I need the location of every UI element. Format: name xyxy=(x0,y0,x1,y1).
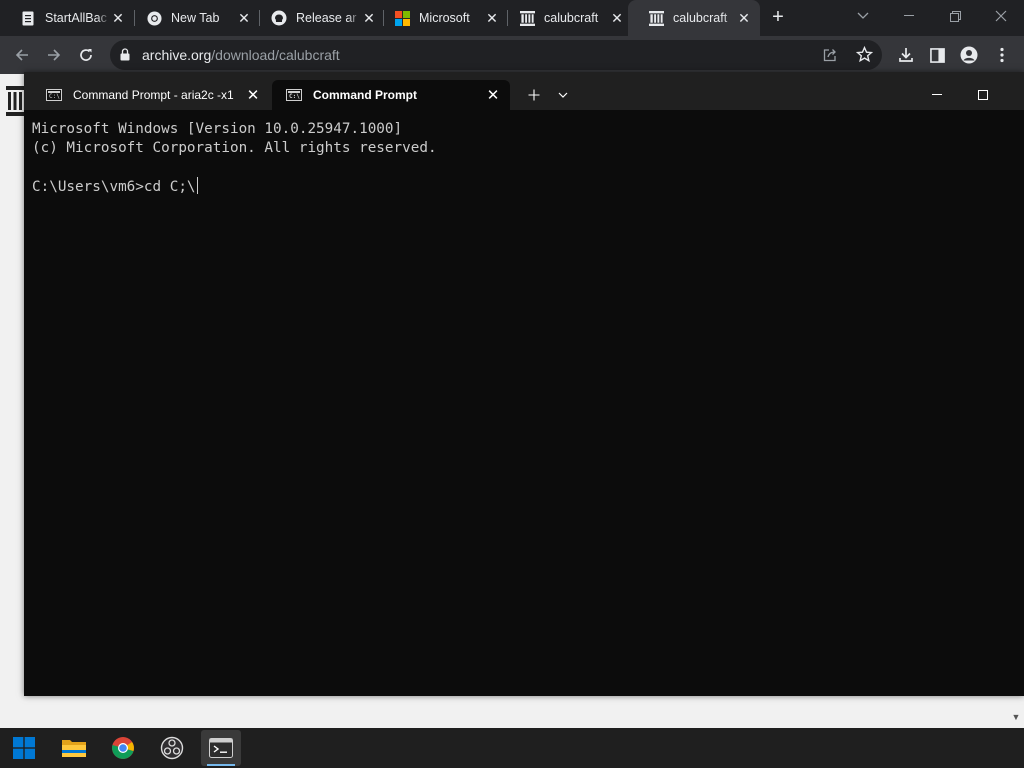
terminal-tab-label: Command Prompt xyxy=(313,88,418,102)
new-tab-button[interactable]: + xyxy=(766,4,790,30)
terminal-line: ​ xyxy=(32,158,1012,177)
obs-studio-taskbar-icon[interactable] xyxy=(152,730,192,766)
archive-org-icon xyxy=(519,10,535,26)
browser-tab-title: calubcraft xyxy=(673,11,728,25)
restore-button[interactable] xyxy=(932,0,978,32)
address-bar[interactable]: archive.org/download/calubcraft xyxy=(110,40,882,70)
close-icon[interactable]: ✕ xyxy=(110,10,126,27)
terminal-line: (c) Microsoft Corporation. All rights re… xyxy=(32,140,437,156)
terminal-output[interactable]: Microsoft Windows [Version 10.0.25947.10… xyxy=(32,120,1012,197)
terminal-window: C:\ Command Prompt - aria2c -x1 ✕ C:\ Co… xyxy=(24,72,1024,696)
terminal-tab-label: Command Prompt - aria2c -x1 xyxy=(73,88,234,102)
archive-org-icon xyxy=(648,10,664,26)
terminal-command-text: C:\Users\vm6>cd C;\ xyxy=(32,179,196,195)
forward-button[interactable] xyxy=(40,41,68,69)
browser-tab-new-tab[interactable]: New Tab ✕ xyxy=(126,0,260,36)
url-path: /download/calubcraft xyxy=(211,47,340,63)
lock-icon[interactable] xyxy=(120,48,130,66)
browser-tab-title: Release ar xyxy=(296,11,357,25)
close-window-button[interactable] xyxy=(978,0,1024,32)
terminal-minimize-button[interactable] xyxy=(925,84,949,106)
browser-tab-title: calubcraft xyxy=(544,11,599,25)
close-icon[interactable]: ✕ xyxy=(246,86,260,104)
bookmark-star-icon[interactable] xyxy=(855,45,874,68)
reload-button[interactable] xyxy=(72,41,100,69)
file-explorer-taskbar-icon[interactable] xyxy=(54,730,94,766)
browser-tab-startallback[interactable]: StartAllBac ✕ xyxy=(0,0,134,36)
windows-logo-icon xyxy=(13,737,35,759)
terminal-maximize-button[interactable] xyxy=(971,84,995,106)
browser-tab-release[interactable]: Release ar ✕ xyxy=(251,0,385,36)
browser-tab-title: New Tab xyxy=(171,11,220,25)
close-icon[interactable]: ✕ xyxy=(609,10,625,27)
browser-tab-title: Microsoft xyxy=(419,11,470,25)
chrome-taskbar-icon[interactable] xyxy=(103,730,143,766)
terminal-tab-aria2c[interactable]: C:\ Command Prompt - aria2c -x1 ✕ xyxy=(32,80,270,110)
browser-tab-strip: StartAllBac ✕ New Tab ✕ Release ar ✕ Mic… xyxy=(0,0,1024,36)
tab-search-button[interactable] xyxy=(840,0,886,32)
browser-tab-title: StartAllBac xyxy=(45,11,107,25)
terminal-prompt-line[interactable]: C:\Users\vm6>cd C;\ xyxy=(32,177,1012,197)
side-panel-icon[interactable] xyxy=(923,41,951,69)
download-icon[interactable] xyxy=(892,41,920,69)
close-icon[interactable]: ✕ xyxy=(736,10,752,27)
close-icon[interactable]: ✕ xyxy=(484,10,500,27)
profile-avatar-icon[interactable] xyxy=(955,41,983,69)
chrome-icon xyxy=(146,10,162,26)
start-button[interactable] xyxy=(4,730,44,766)
text-cursor xyxy=(196,177,199,194)
command-prompt-icon: C:\ xyxy=(46,89,62,101)
terminal-tab-command-prompt[interactable]: C:\ Command Prompt ✕ xyxy=(272,80,510,110)
back-button[interactable] xyxy=(8,41,36,69)
terminal-line: Microsoft Windows [Version 10.0.25947.10… xyxy=(32,121,403,137)
browser-tab-calubcraft-active[interactable]: calubcraft ✕ xyxy=(628,0,760,36)
microsoft-logo-icon xyxy=(394,10,410,26)
close-icon[interactable]: ✕ xyxy=(486,86,500,104)
terminal-taskbar-icon[interactable] xyxy=(201,730,241,766)
document-icon xyxy=(20,10,36,26)
minimize-button[interactable] xyxy=(886,0,932,32)
archive-org-logo-icon[interactable] xyxy=(6,86,24,116)
url-host: archive.org xyxy=(142,47,212,63)
share-icon[interactable] xyxy=(822,47,838,68)
url-text[interactable]: archive.org/download/calubcraft xyxy=(142,47,340,63)
terminal-dropdown-button[interactable] xyxy=(551,84,575,106)
scrollbar-down-arrow[interactable]: ▼ xyxy=(1010,712,1022,724)
command-prompt-icon: C:\ xyxy=(286,89,302,101)
kebab-menu-icon[interactable] xyxy=(988,41,1016,69)
taskbar xyxy=(0,728,1024,768)
browser-toolbar: archive.org/download/calubcraft xyxy=(0,36,1024,74)
github-icon xyxy=(271,10,287,26)
close-icon[interactable]: ✕ xyxy=(236,10,252,27)
browser-tab-microsoft[interactable]: Microsoft ✕ xyxy=(374,0,508,36)
browser-tab-calubcraft[interactable]: calubcraft ✕ xyxy=(499,0,633,36)
terminal-titlebar: C:\ Command Prompt - aria2c -x1 ✕ C:\ Co… xyxy=(24,72,1024,110)
new-terminal-tab-button[interactable] xyxy=(522,84,546,106)
